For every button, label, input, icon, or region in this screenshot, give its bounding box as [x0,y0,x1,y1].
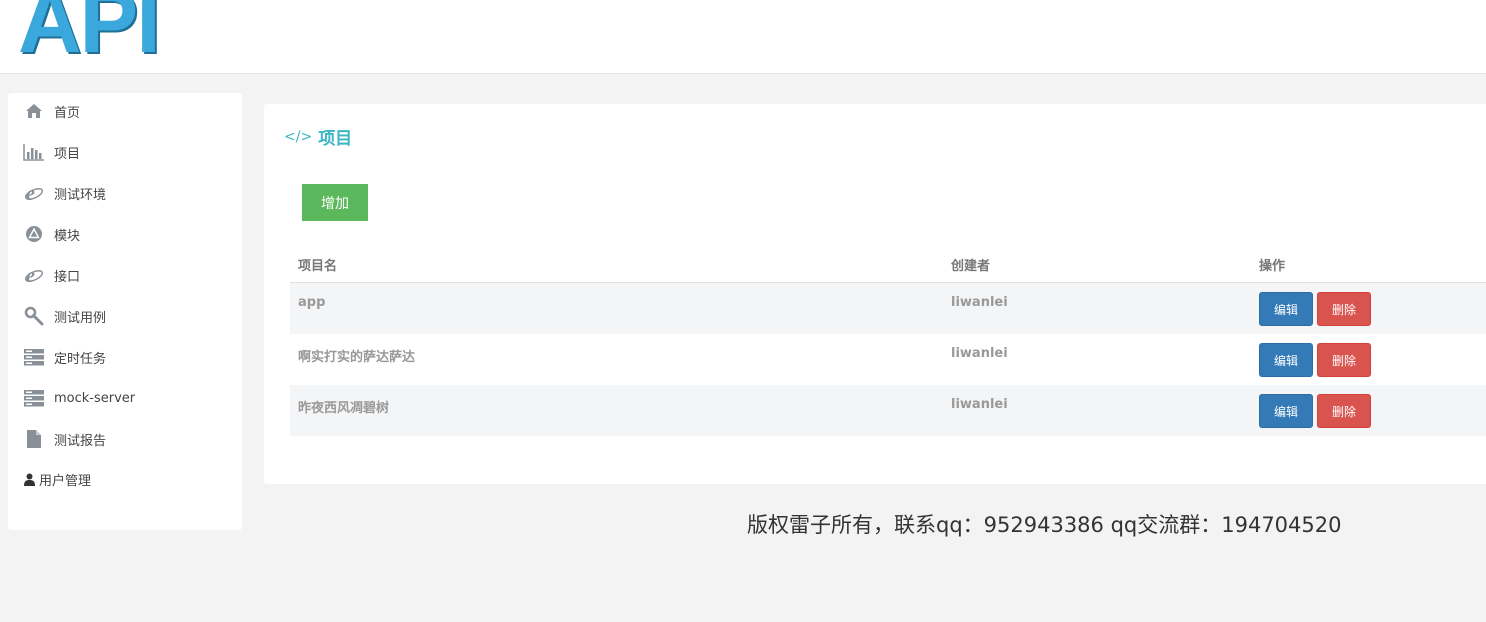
sidebar-item-interfaces[interactable]: e 接口 [23,263,80,287]
delete-button[interactable]: 删除 [1317,394,1371,428]
column-header-project-name: 项目名 [298,259,338,274]
ie-browser-icon: e [23,264,45,286]
file-icon [23,428,45,450]
sidebar-item-user-management[interactable]: 用户管理 [23,467,91,491]
api-logo[interactable]: API [18,0,161,66]
add-project-button[interactable]: 增加 [302,184,368,221]
creator-cell: liwanlei [951,295,1008,310]
table-row: 啊实打实的萨达萨达 liwanlei 编辑 删除 [290,334,1486,385]
sidebar-item-label: 测试报告 [54,433,107,449]
projects-table: 项目名 创建者 操作 app liwanlei 编辑 删除 啊实打实的萨达萨达 … [290,246,1486,436]
sidebar-item-home[interactable]: 首页 [23,99,80,123]
sidebar-nav: 首页 项目 e 测试环境 模块 e 接口 测试用例 定时任务 mock-serv… [8,93,242,530]
table-header: 项目名 创建者 操作 [290,246,1486,283]
creator-cell: liwanlei [951,346,1008,361]
sidebar-item-label: 用户管理 [39,473,92,489]
sidebar-item-test-cases[interactable]: 测试用例 [23,304,106,328]
sidebar-item-scheduled-tasks[interactable]: 定时任务 [23,345,106,369]
copyright-footer: 版权雷子所有，联系qq：952943386 qq交流群：194704520 [747,513,1342,537]
user-icon [23,468,35,490]
sidebar-item-test-env[interactable]: e 测试环境 [23,181,106,205]
sidebar-item-modules[interactable]: 模块 [23,222,80,246]
sidebar-item-label: 定时任务 [54,351,107,367]
project-name-cell: app [298,295,326,310]
ie-browser-icon: e [23,182,45,204]
code-icon: </> [284,128,313,145]
edit-button[interactable]: 编辑 [1259,292,1313,326]
sidebar-item-label: 模块 [54,228,81,244]
top-header: API [0,0,1486,74]
home-icon [23,100,45,122]
sidebar-item-test-reports[interactable]: 测试报告 [23,427,106,451]
wrench-icon [23,305,45,327]
edit-button[interactable]: 编辑 [1259,343,1313,377]
sidebar-item-label: 测试环境 [54,187,107,203]
server-icon [23,346,45,368]
delete-button[interactable]: 删除 [1317,292,1371,326]
column-header-actions: 操作 [1259,259,1286,274]
sidebar-item-label: mock-server [54,390,136,406]
project-name-cell: 昨夜西风凋碧树 [298,401,390,416]
column-header-creator: 创建者 [951,259,991,274]
table-row: 昨夜西风凋碧树 liwanlei 编辑 删除 [290,385,1486,436]
projects-panel: </> 项目 增加 项目名 创建者 操作 app liwanlei 编辑 删除 … [264,104,1486,484]
sidebar-item-label: 首页 [54,105,81,121]
edit-button[interactable]: 编辑 [1259,394,1313,428]
server-icon [23,387,45,409]
creator-cell: liwanlei [951,397,1008,412]
page-title-text: 项目 [318,129,353,149]
circle-triangle-icon [23,223,45,245]
sidebar-item-mock-server[interactable]: mock-server [23,386,135,410]
delete-button[interactable]: 删除 [1317,343,1371,377]
sidebar-item-label: 项目 [54,146,81,162]
sidebar-item-label: 测试用例 [54,310,107,326]
sidebar-item-projects[interactable]: 项目 [23,140,80,164]
page-title: </> 项目 [284,124,353,150]
sidebar-item-label: 接口 [54,269,81,285]
bar-chart-icon [23,141,45,163]
project-name-cell: 啊实打实的萨达萨达 [298,350,416,365]
table-row: app liwanlei 编辑 删除 [290,283,1486,334]
